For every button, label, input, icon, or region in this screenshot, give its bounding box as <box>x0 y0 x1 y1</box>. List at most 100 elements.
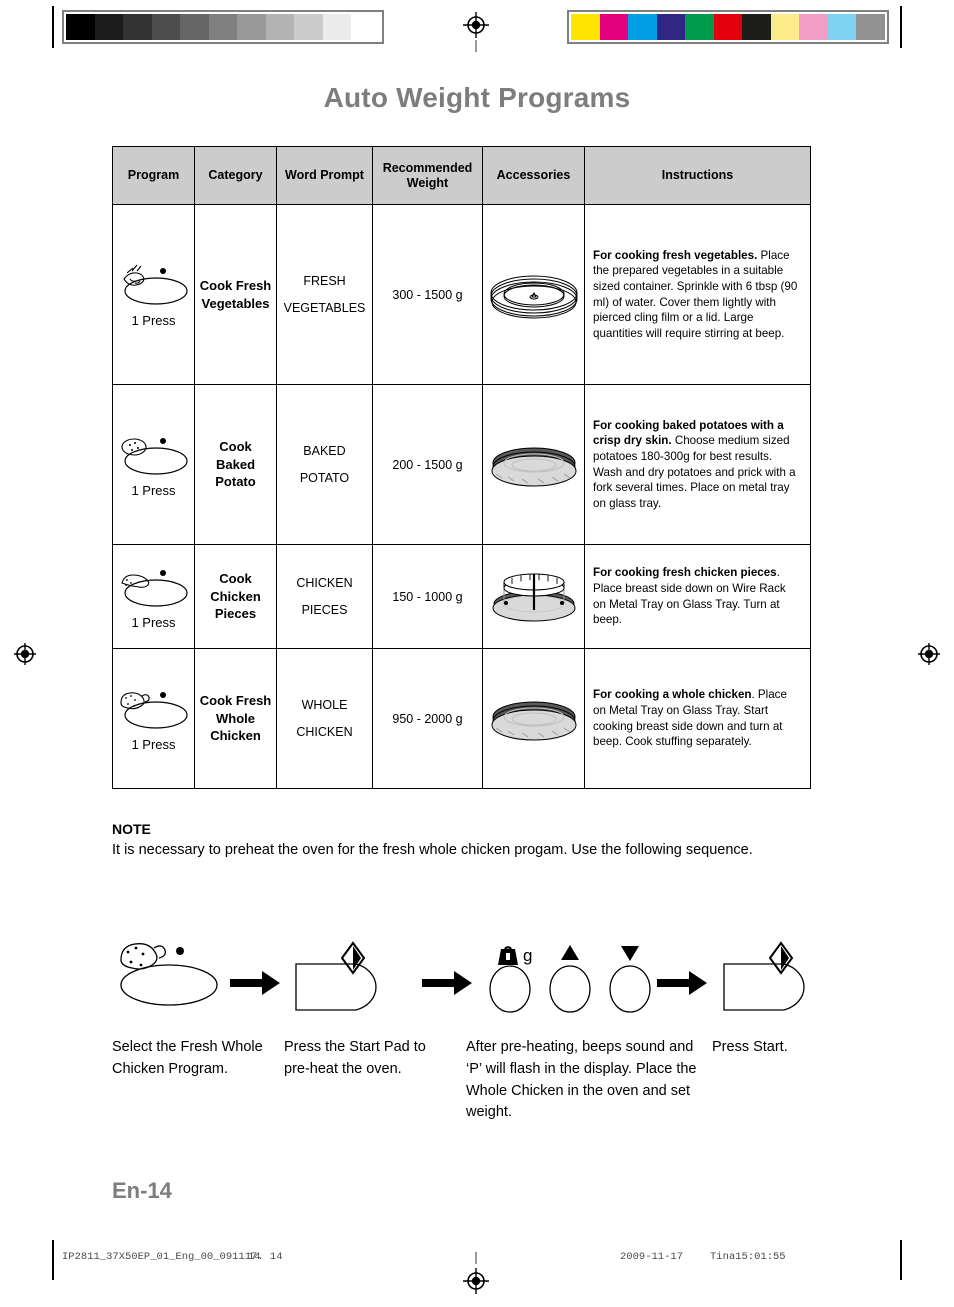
word-prompt-cell: CHICKEN PIECES <box>276 544 373 649</box>
word-prompt-cell: WHOLE CHICKEN <box>276 648 373 789</box>
registration-mark-top <box>463 12 489 38</box>
press-count-label: 1 Press <box>131 483 176 498</box>
category-cell: Cook Baked Potato <box>194 384 277 545</box>
color-swatch-8 <box>799 14 828 40</box>
registration-mark-right <box>916 641 942 667</box>
sequence-captions: Select the Fresh Whole Chicken Program. … <box>112 1037 842 1124</box>
whole-chicken-pad-icon <box>120 943 218 1006</box>
start-diamond-icon <box>340 941 366 975</box>
print-footer: IP2811_37X50EP_01_Eng_00_091117. 14 14 2… <box>0 1251 954 1269</box>
instruction-body: Place the prepared vegetables in a suita… <box>593 248 798 340</box>
color-swatch-10 <box>351 14 381 40</box>
category-cell: Cook Fresh Vegetables <box>194 204 277 385</box>
word-prompt-line-1: CHICKEN <box>296 576 353 591</box>
header-recommended-weight: Recommended Weight <box>372 146 483 205</box>
press-count-label: 1 Press <box>131 615 176 630</box>
instructions-cell: For cooking baked potatoes with a crisp … <box>584 384 811 545</box>
press-count-label: 1 Press <box>131 737 176 752</box>
footer-page-num: 14 <box>248 1251 261 1263</box>
cook-baked-potato-pad-icon <box>116 429 192 481</box>
page-number: En-14 <box>112 1178 172 1203</box>
color-swatch-4 <box>685 14 714 40</box>
sequence-caption: After pre-heating, beeps sound and ‘P’ w… <box>466 1039 697 1121</box>
header-category: Category <box>194 146 277 205</box>
page-title: Auto Weight Programs <box>323 82 631 113</box>
category-cell: Cook Chicken Pieces <box>194 544 277 649</box>
glass-tray-icon <box>485 263 582 327</box>
word-prompt-line-1: FRESH <box>303 274 346 289</box>
grayscale-calibration-bar <box>62 10 384 44</box>
sequence-arrow-icon <box>657 971 707 995</box>
color-swatch-6 <box>237 14 266 40</box>
start-pad-icon <box>723 941 805 1011</box>
table-row: 1 Press Cook Fresh Vegetables FRESH VEGE… <box>112 204 811 385</box>
color-swatch-10 <box>856 14 886 40</box>
note-block: NOTE It is necessary to preheat the oven… <box>112 820 812 864</box>
color-swatch-1 <box>94 14 124 40</box>
program-cell: 1 Press <box>112 544 195 649</box>
wire-rack-on-metal-tray-icon <box>485 566 582 628</box>
color-swatch-1 <box>599 14 629 40</box>
registration-mark-left <box>12 641 38 667</box>
metal-tray-icon <box>485 437 582 493</box>
note-title: NOTE <box>112 821 151 837</box>
accessory-cell <box>482 384 585 545</box>
word-prompt-line-2: PIECES <box>301 602 348 617</box>
color-swatch-7 <box>265 14 295 40</box>
program-cell: 1 Press <box>112 204 195 385</box>
color-calibration-bar <box>567 10 889 44</box>
instructions-cell: For cooking a whole chicken. Place on Me… <box>584 648 811 789</box>
color-swatch-8 <box>294 14 323 40</box>
weight-cell: 200 - 1500 g <box>372 384 483 545</box>
instructions-cell: For cooking fresh vegetables. Place the … <box>584 204 811 385</box>
press-count-label: 1 Press <box>131 313 176 328</box>
program-cell: 1 Press <box>112 384 195 545</box>
color-swatch-3 <box>656 14 686 40</box>
crop-rule-right <box>900 6 902 48</box>
accessory-cell <box>482 648 585 789</box>
weight-pad-unit-label: g <box>523 946 532 965</box>
auto-weight-programs-table: Program Category Word Prompt Recommended… <box>112 146 811 789</box>
preheat-sequence-diagram: g <box>112 925 828 1035</box>
weight-up-down-pads-icon: g <box>489 945 651 1013</box>
cook-fresh-whole-chicken-pad-icon <box>116 683 192 735</box>
header-instructions: Instructions <box>584 146 811 205</box>
word-prompt-cell: FRESH VEGETABLES <box>276 204 373 385</box>
color-swatch-5 <box>713 14 743 40</box>
sequence-arrow-icon <box>422 971 472 995</box>
accessory-cell <box>482 544 585 649</box>
registration-mark-bottom <box>463 1268 489 1294</box>
word-prompt-cell: BAKED POTATO <box>276 384 373 545</box>
table-header-row: Program Category Word Prompt Recommended… <box>112 146 811 205</box>
color-swatch-2 <box>628 14 657 40</box>
sequence-caption: Select the Fresh Whole Chicken Program. <box>112 1039 263 1077</box>
weight-cell: 150 - 1000 g <box>372 544 483 649</box>
footer-user-time: Tina15:01:55 <box>710 1251 786 1263</box>
word-prompt-line-2: VEGETABLES <box>283 300 366 315</box>
color-swatch-0 <box>571 14 600 40</box>
footer-date: 2009-11-17 <box>620 1251 684 1263</box>
instruction-heading: For cooking fresh chicken pieces <box>593 566 777 580</box>
header-word-prompt: Word Prompt <box>276 146 373 205</box>
table-row: 1 Press Cook Baked Potato BAKED POTATO 2… <box>112 384 811 545</box>
color-swatch-3 <box>151 14 181 40</box>
color-swatch-2 <box>123 14 152 40</box>
start-pad-icon <box>295 941 377 1011</box>
sequence-caption: Press the Start Pad to pre-heat the oven… <box>284 1039 426 1077</box>
instruction-heading: For cooking a whole chicken <box>593 688 752 702</box>
instructions-cell: For cooking fresh chicken pieces. Place … <box>584 544 811 649</box>
color-swatch-9 <box>827 14 857 40</box>
sequence-arrow-icon <box>230 971 280 995</box>
color-swatch-4 <box>180 14 209 40</box>
word-prompt-line-1: WHOLE <box>301 698 348 713</box>
program-cell: 1 Press <box>112 648 195 789</box>
metal-tray-icon <box>485 691 582 747</box>
weight-cell: 300 - 1500 g <box>372 204 483 385</box>
start-diamond-icon <box>768 941 794 975</box>
instruction-heading: For cooking fresh vegetables. <box>593 248 758 262</box>
weight-cell: 950 - 2000 g <box>372 648 483 789</box>
category-cell: Cook Fresh Whole Chicken <box>194 648 277 789</box>
registration-tick-top <box>475 40 477 52</box>
word-prompt-line-2: POTATO <box>299 470 350 485</box>
cook-fresh-vegetables-pad-icon <box>116 259 192 311</box>
